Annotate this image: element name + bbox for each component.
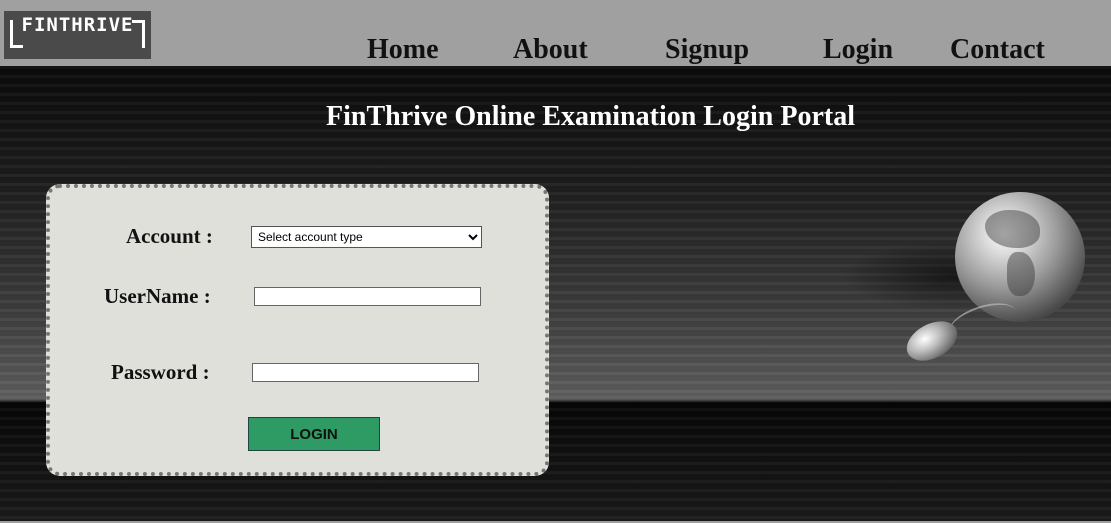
nav-about-link[interactable]: About [513, 33, 588, 67]
finthrive-logo[interactable]: FINTHRIVE [4, 11, 151, 59]
username-label: UserName : [104, 284, 211, 308]
nav-signup-link[interactable]: Signup [665, 33, 749, 67]
nav-home-link[interactable]: Home [367, 33, 439, 67]
globe-continent-shape [1007, 252, 1035, 296]
password-input[interactable] [252, 363, 479, 382]
top-navigation-bar: FINTHRIVE Home About Signup Login Contac… [0, 0, 1111, 66]
nav-login-link[interactable]: Login [823, 33, 893, 67]
account-label: Account : [126, 224, 213, 248]
password-label: Password : [111, 360, 210, 384]
username-input[interactable] [254, 287, 481, 306]
globe-image [955, 192, 1085, 322]
page-title: FinThrive Online Examination Login Porta… [326, 101, 855, 132]
login-button[interactable]: LOGIN [248, 417, 380, 451]
nav-contact-link[interactable]: Contact [950, 33, 1045, 67]
login-form-card: Account : Select account type UserName :… [46, 184, 549, 476]
globe-continent-shape [985, 210, 1040, 248]
logo-text: FINTHRIVE [21, 14, 134, 36]
account-type-select[interactable]: Select account type [251, 226, 482, 248]
